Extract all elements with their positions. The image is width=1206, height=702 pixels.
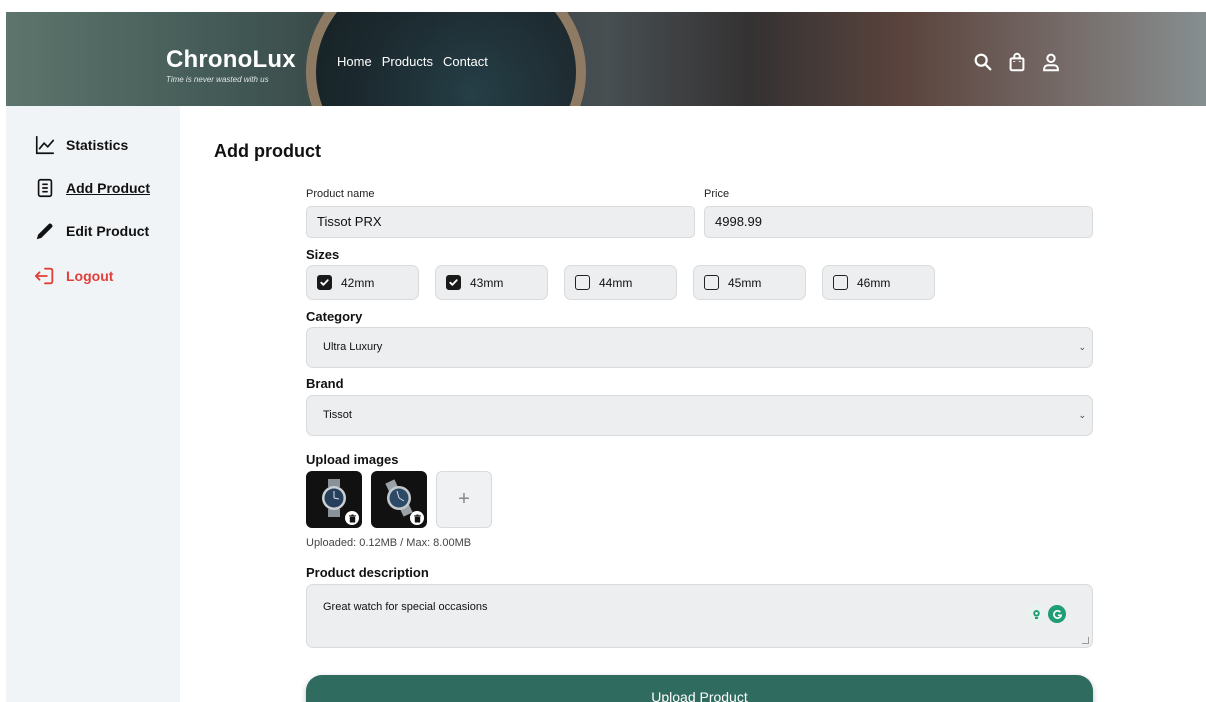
- upload-product-button[interactable]: Upload Product: [306, 675, 1093, 702]
- category-label: Category: [306, 309, 363, 324]
- grammarly-icon[interactable]: [1048, 605, 1066, 623]
- size-label: 44mm: [599, 275, 633, 290]
- description-text: Great watch for special occasions: [323, 601, 488, 613]
- size-option-43mm[interactable]: 43mm: [435, 265, 548, 300]
- watch-image: [322, 479, 346, 517]
- product-description-label: Product description: [306, 565, 429, 580]
- checkbox-checked[interactable]: [317, 275, 332, 290]
- trash-icon: [413, 514, 421, 523]
- check-icon: [449, 279, 458, 286]
- brand-logo[interactable]: ChronoLux Time is never wasted with us: [166, 46, 296, 84]
- size-option-42mm[interactable]: 42mm: [306, 265, 419, 300]
- sidebar-item-logout[interactable]: Logout: [34, 265, 113, 287]
- size-option-45mm[interactable]: 45mm: [693, 265, 806, 300]
- size-label: 46mm: [857, 275, 891, 290]
- nav-products[interactable]: Products: [382, 54, 433, 69]
- sidebar-item-statistics[interactable]: Statistics: [34, 134, 128, 156]
- chart-line-icon: [35, 135, 55, 155]
- sidebar-item-label: Edit Product: [66, 223, 150, 239]
- size-option-46mm[interactable]: 46mm: [822, 265, 935, 300]
- brand-select[interactable]: Tissot ⌄: [306, 395, 1093, 436]
- header-actions: [972, 51, 1062, 73]
- sidebar: Statistics Add Product Edit Product Logo…: [6, 106, 180, 702]
- price-label: Price: [704, 188, 730, 200]
- grammarly-widget[interactable]: [1027, 605, 1066, 623]
- user-icon[interactable]: [1040, 51, 1062, 73]
- pencil-icon: [36, 223, 53, 240]
- sidebar-item-label: Logout: [66, 268, 114, 284]
- plus-icon: +: [458, 488, 470, 510]
- main-nav: Home Products Contact: [337, 54, 488, 69]
- watch-image: [385, 479, 413, 517]
- delete-image-button[interactable]: [410, 511, 424, 525]
- shopping-bag-icon[interactable]: [1006, 51, 1028, 73]
- size-label: 45mm: [728, 275, 762, 290]
- resize-handle[interactable]: [1082, 637, 1089, 644]
- delete-image-button[interactable]: [345, 511, 359, 525]
- header-banner: ChronoLux Time is never wasted with us H…: [6, 12, 1206, 106]
- sidebar-item-edit-product[interactable]: Edit Product: [34, 220, 149, 242]
- check-icon: [320, 279, 329, 286]
- search-icon[interactable]: [972, 51, 994, 73]
- sidebar-item-label: Add Product: [66, 180, 150, 196]
- page-title: Add product: [214, 141, 321, 161]
- document-icon: [37, 178, 53, 198]
- trash-icon: [348, 514, 356, 523]
- size-option-44mm[interactable]: 44mm: [564, 265, 677, 300]
- brand-tagline: Time is never wasted with us: [166, 75, 269, 84]
- sidebar-item-add-product[interactable]: Add Product: [34, 177, 150, 199]
- checkbox-checked[interactable]: [446, 275, 461, 290]
- brand-label: Brand: [306, 376, 344, 391]
- upload-images-label: Upload images: [306, 452, 399, 467]
- product-name-input[interactable]: Tissot PRX: [306, 206, 695, 238]
- logout-icon: [34, 267, 54, 285]
- category-selected-value: Ultra Luxury: [323, 341, 383, 353]
- checkbox-unchecked[interactable]: [833, 275, 848, 290]
- checkbox-unchecked[interactable]: [575, 275, 590, 290]
- add-image-button[interactable]: +: [436, 471, 492, 528]
- sizes-label: Sizes: [306, 247, 340, 262]
- upload-size-info: Uploaded: 0.12MB / Max: 8.00MB: [306, 537, 472, 549]
- price-input[interactable]: 4998.99: [704, 206, 1093, 238]
- checkbox-unchecked[interactable]: [704, 275, 719, 290]
- product-name-label: Product name: [306, 188, 375, 200]
- chevron-down-icon: ⌄: [1078, 342, 1086, 352]
- category-select[interactable]: Ultra Luxury ⌄: [306, 327, 1093, 368]
- brand-selected-value: Tissot: [323, 409, 352, 421]
- size-label: 43mm: [470, 275, 504, 290]
- nav-home[interactable]: Home: [337, 54, 372, 69]
- size-label: 42mm: [341, 275, 375, 290]
- chevron-down-icon: ⌄: [1078, 410, 1086, 420]
- nav-contact[interactable]: Contact: [443, 54, 488, 69]
- product-description-textarea[interactable]: Great watch for special occasions: [306, 584, 1093, 648]
- sidebar-item-label: Statistics: [66, 137, 129, 153]
- brand-name: ChronoLux: [166, 46, 296, 73]
- uploaded-image-thumbnail[interactable]: [306, 471, 362, 528]
- uploaded-image-thumbnail[interactable]: [371, 471, 427, 528]
- lightbulb-icon[interactable]: [1027, 605, 1045, 623]
